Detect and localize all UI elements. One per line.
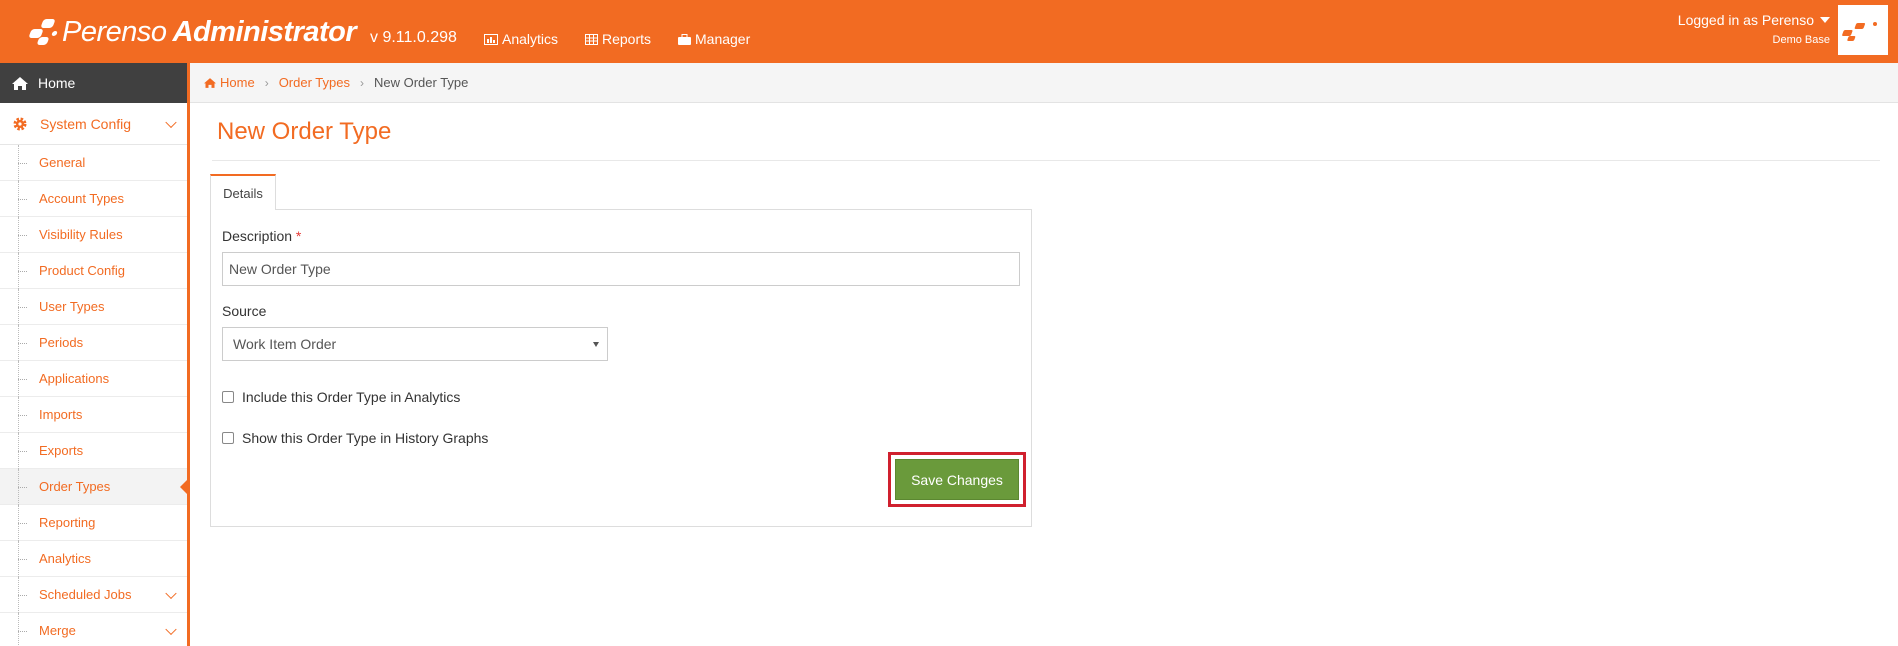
version-label: v 9.11.0.298 <box>370 29 457 46</box>
sidebar-item-label: Merge <box>39 623 76 638</box>
history-option: Show this Order Type in History Graphs <box>222 430 488 446</box>
user-name: Logged in as Perenso <box>1677 12 1814 28</box>
sidebar-item-scheduled-jobs[interactable]: Scheduled Jobs <box>0 577 187 613</box>
description-label-text: Description <box>222 228 293 244</box>
sidebar-item-order-types[interactable]: Order Types <box>0 469 190 505</box>
sidebar-item-analytics[interactable]: Analytics <box>0 541 187 577</box>
title-divider <box>212 160 1880 161</box>
sidebar-item-imports[interactable]: Imports <box>0 397 187 433</box>
brand-name-text: Perenso <box>62 15 167 48</box>
sidebar-item-label: Order Types <box>39 479 111 494</box>
chevron-down-icon <box>165 623 177 635</box>
sidebar-item-home[interactable]: Home <box>0 63 187 103</box>
sidebar-item-label: Scheduled Jobs <box>39 587 132 602</box>
breadcrumb-current: New Order Type <box>373 75 469 90</box>
sidebar-item-label: Account Types <box>39 191 125 206</box>
nav-manager[interactable]: Manager <box>678 31 750 47</box>
top-bar: Perenso Administrator v 9.11.0.298 Analyt… <box>0 0 1898 63</box>
tab-details[interactable]: Details <box>210 174 276 210</box>
sidebar-item-account-types[interactable]: Account Types <box>0 181 187 217</box>
sidebar-item-label: Imports <box>39 407 83 422</box>
brand-logo[interactable]: Perenso Administrator <box>24 10 357 54</box>
caret-down-icon <box>1820 17 1830 23</box>
sidebar-item-product-config[interactable]: Product Config <box>0 253 187 289</box>
sidebar-item-reporting[interactable]: Reporting <box>0 505 187 541</box>
sidebar-item-label: Analytics <box>39 551 92 566</box>
description-input[interactable] <box>222 252 1020 286</box>
user-menu[interactable]: Logged in as Perenso Demo Base <box>1678 12 1830 46</box>
history-checkbox[interactable] <box>222 432 234 444</box>
chevron-down-icon <box>165 587 177 599</box>
brand-suffix-text: Administrator <box>172 15 357 48</box>
dropdown-arrow-icon <box>593 342 599 347</box>
sidebar-item-label: General <box>39 155 86 170</box>
breadcrumb-order-types[interactable]: Order Types <box>279 75 350 90</box>
page-title: New Order Type <box>217 118 392 145</box>
analytics-option: Include this Order Type in Analytics <box>222 389 460 405</box>
nav-reports-label: Reports <box>602 31 652 47</box>
sidebar-item-label: Home <box>38 75 76 91</box>
sidebar-item-label: System Config <box>40 115 132 132</box>
sidebar-item-label: Reporting <box>39 515 96 530</box>
sidebar: Home System Config General Account Types… <box>0 63 190 646</box>
table-icon <box>585 33 598 45</box>
analytics-checkbox-label[interactable]: Include this Order Type in Analytics <box>242 389 460 405</box>
sidebar-item-label: Periods <box>39 335 84 350</box>
description-label: Description * <box>222 228 301 244</box>
breadcrumb-home[interactable]: Home <box>220 75 255 90</box>
breadcrumb-separator-icon: › <box>264 75 269 90</box>
save-highlight-box: Save Changes <box>888 452 1026 507</box>
nav-manager-label: Manager <box>695 31 751 47</box>
chart-icon <box>484 33 498 45</box>
home-icon[interactable] <box>204 77 216 88</box>
sidebar-item-label: Visibility Rules <box>39 227 123 242</box>
sidebar-item-user-types[interactable]: User Types <box>0 289 187 325</box>
breadcrumb-separator-icon: › <box>359 75 364 90</box>
nav-analytics[interactable]: Analytics <box>484 31 558 47</box>
user-database: Demo Base <box>1772 34 1830 46</box>
sidebar-item-applications[interactable]: Applications <box>0 361 187 397</box>
breadcrumb: Home › Order Types › New Order Type <box>190 63 1898 103</box>
sidebar-item-label: Exports <box>39 443 84 458</box>
history-checkbox-label[interactable]: Show this Order Type in History Graphs <box>242 430 488 446</box>
active-indicator <box>180 477 190 497</box>
sidebar-item-label: User Types <box>39 299 105 314</box>
sidebar-item-visibility-rules[interactable]: Visibility Rules <box>0 217 187 253</box>
save-button[interactable]: Save Changes <box>895 459 1019 500</box>
sidebar-item-merge[interactable]: Merge <box>0 613 187 646</box>
sidebar-item-periods[interactable]: Periods <box>0 325 187 361</box>
sidebar-item-general[interactable]: General <box>0 145 187 181</box>
sidebar-item-exports[interactable]: Exports <box>0 433 187 469</box>
chevron-down-icon <box>165 116 177 128</box>
home-icon <box>12 76 28 90</box>
perenso-logo-icon <box>24 15 58 49</box>
gear-icon <box>13 117 27 130</box>
source-select[interactable]: Work Item Order <box>222 327 608 361</box>
sidebar-item-system-config[interactable]: System Config <box>0 103 187 145</box>
nav-reports[interactable]: Reports <box>585 31 651 47</box>
briefcase-icon <box>678 33 691 45</box>
source-selected-value: Work Item Order <box>233 336 337 352</box>
analytics-checkbox[interactable] <box>222 391 234 403</box>
perenso-avatar-icon <box>1842 22 1877 41</box>
required-marker: * <box>295 228 302 244</box>
source-label: Source <box>222 303 267 319</box>
sidebar-item-label: Product Config <box>39 263 125 278</box>
brand-name: Perenso Administrator <box>62 15 357 49</box>
avatar[interactable] <box>1838 5 1888 55</box>
sidebar-item-label: Applications <box>39 371 110 386</box>
nav-analytics-label: Analytics <box>502 31 559 47</box>
